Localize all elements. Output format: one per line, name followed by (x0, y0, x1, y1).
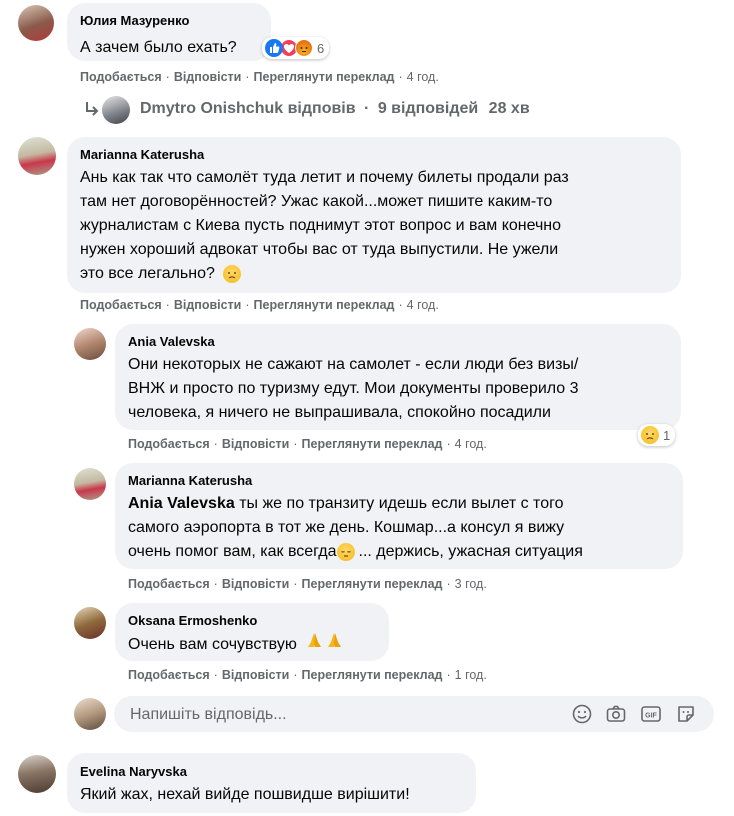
reply-actions: Подобається · Відповісти · Переглянути перек… (128, 437, 487, 451)
reply-link[interactable]: Відповісти (222, 577, 290, 591)
avatar[interactable] (18, 755, 56, 793)
angry-reaction-icon (295, 39, 313, 57)
reply-time[interactable]: 3 год. (455, 577, 487, 591)
like-link[interactable]: Подобається (80, 70, 162, 84)
reply-text-line: человека, я ничего не выпрашивала, споко… (128, 404, 551, 421)
sad-reaction-icon (641, 426, 659, 444)
reply-link[interactable]: Відповісти (174, 298, 242, 312)
comment-actions: Подобається · Відповісти · Переглянути перек… (80, 70, 439, 84)
avatar[interactable] (18, 5, 54, 41)
translate-link[interactable]: Переглянути переклад (302, 437, 443, 451)
reply-link[interactable]: Відповісти (174, 70, 242, 84)
reply-composer: GIF (114, 696, 714, 734)
comment-text: А зачем было ехать? (80, 39, 237, 56)
reply-actions: Подобається · Відповісти · Переглянути перек… (128, 668, 487, 682)
replies-summary[interactable]: Dmytro Onishchuk відповів · 9 відповідей… (84, 96, 554, 124)
avatar[interactable] (18, 137, 56, 175)
reply-actions: Подобається · Відповісти · Переглянути перек… (128, 577, 487, 591)
reply-text-start: ты же по транзиту идешь если вылет с тог… (239, 495, 564, 512)
reply-text-line: самого аэропорта в тот же день. Кошмар..… (128, 519, 565, 536)
reply-text-line: Они некоторых не сажают на самолет - есл… (128, 356, 579, 373)
reply-author[interactable]: Oksana Ermoshenko (128, 613, 257, 628)
pensive-face-icon (336, 542, 355, 561)
comment-text-end: это все легально? (80, 265, 215, 282)
reply-time[interactable]: 4 год. (455, 437, 487, 451)
gif-icon[interactable]: GIF (640, 703, 662, 725)
comment-time[interactable]: 4 год. (407, 70, 439, 84)
translate-link[interactable]: Переглянути переклад (254, 298, 395, 312)
current-user-avatar (74, 698, 106, 730)
replier-action: відповів (287, 100, 356, 117)
translate-link[interactable]: Переглянути переклад (302, 668, 443, 682)
comment-text-line: журналистам с Киева пусть поднимут этот … (80, 217, 562, 234)
comment-text: Який жах, нехай вийде пошвидше вирішити! (80, 786, 410, 803)
comment-author[interactable]: Evelina Naryvska (80, 764, 187, 779)
comment-time[interactable]: 4 год. (407, 298, 439, 312)
reply-author[interactable]: Marianna Katerusha (128, 473, 252, 488)
reply-time: 28 хв (488, 100, 530, 117)
reply-link[interactable]: Відповісти (222, 668, 290, 682)
avatar[interactable] (74, 328, 106, 360)
reaction-count: 6 (317, 40, 325, 56)
avatar[interactable] (74, 607, 106, 639)
reply-text-line: очень помог вам, как всегда ... держись,… (128, 540, 583, 564)
reply-text-part: очень помог вам, как всегда (128, 543, 337, 560)
comment-text-line: нужен хороший адвокат чтобы вас от туда … (80, 241, 559, 258)
sad-face-icon (223, 264, 242, 283)
replier-name: Dmytro Onishchuk (140, 100, 284, 117)
avatar (102, 96, 130, 124)
reply-text-line: ВНЖ и просто по туризму едут. Мои докуме… (128, 380, 579, 397)
reply-text-line: Очень вам сочувствую (128, 632, 345, 658)
comment-text-line: Ань как так что самолёт туда летит и поч… (80, 169, 569, 186)
reply-link[interactable]: Відповісти (222, 437, 290, 451)
reply-author[interactable]: Ania Valevska (128, 334, 215, 349)
comment-text-line: там нет договорённостей? Ужас какой...мо… (80, 193, 553, 210)
like-link[interactable]: Подобається (128, 577, 210, 591)
mention-link[interactable]: Ania Valevska (128, 495, 235, 512)
reaction-summary[interactable]: 1 (638, 424, 676, 446)
reaction-count: 1 (663, 427, 671, 443)
comment-author[interactable]: Marianna Katerusha (80, 147, 204, 162)
reply-text: Очень вам сочувствую (128, 636, 297, 654)
reaction-summary[interactable]: 6 (262, 37, 330, 59)
like-link[interactable]: Подобається (128, 437, 210, 451)
like-link[interactable]: Подобається (128, 668, 210, 682)
like-reaction-icon (265, 39, 283, 57)
reply-time[interactable]: 1 год. (455, 668, 487, 682)
avatar[interactable] (74, 468, 106, 500)
comment-author[interactable]: Юлия Мазуренко (80, 13, 189, 28)
camera-icon[interactable] (605, 703, 627, 725)
reply-count: 9 відповідей (377, 100, 479, 117)
emoji-icon[interactable] (571, 703, 593, 725)
reply-arrow-icon (84, 100, 100, 125)
comment-actions: Подобається · Відповісти · Переглянути перек… (80, 298, 439, 312)
reply-input[interactable] (128, 696, 552, 734)
praying-hands-icon (305, 632, 345, 658)
translate-link[interactable]: Переглянути переклад (254, 70, 395, 84)
translate-link[interactable]: Переглянути переклад (302, 577, 443, 591)
reply-text-end: ... держись, ужасная ситуация (358, 543, 583, 560)
svg-text:GIF: GIF (645, 713, 657, 720)
sticker-icon[interactable] (675, 703, 697, 725)
like-link[interactable]: Подобається (80, 298, 162, 312)
comment-text-line: это все легально? (80, 262, 242, 286)
reply-text-line: Ania Valevska ты же по транзиту идешь ес… (128, 492, 563, 516)
